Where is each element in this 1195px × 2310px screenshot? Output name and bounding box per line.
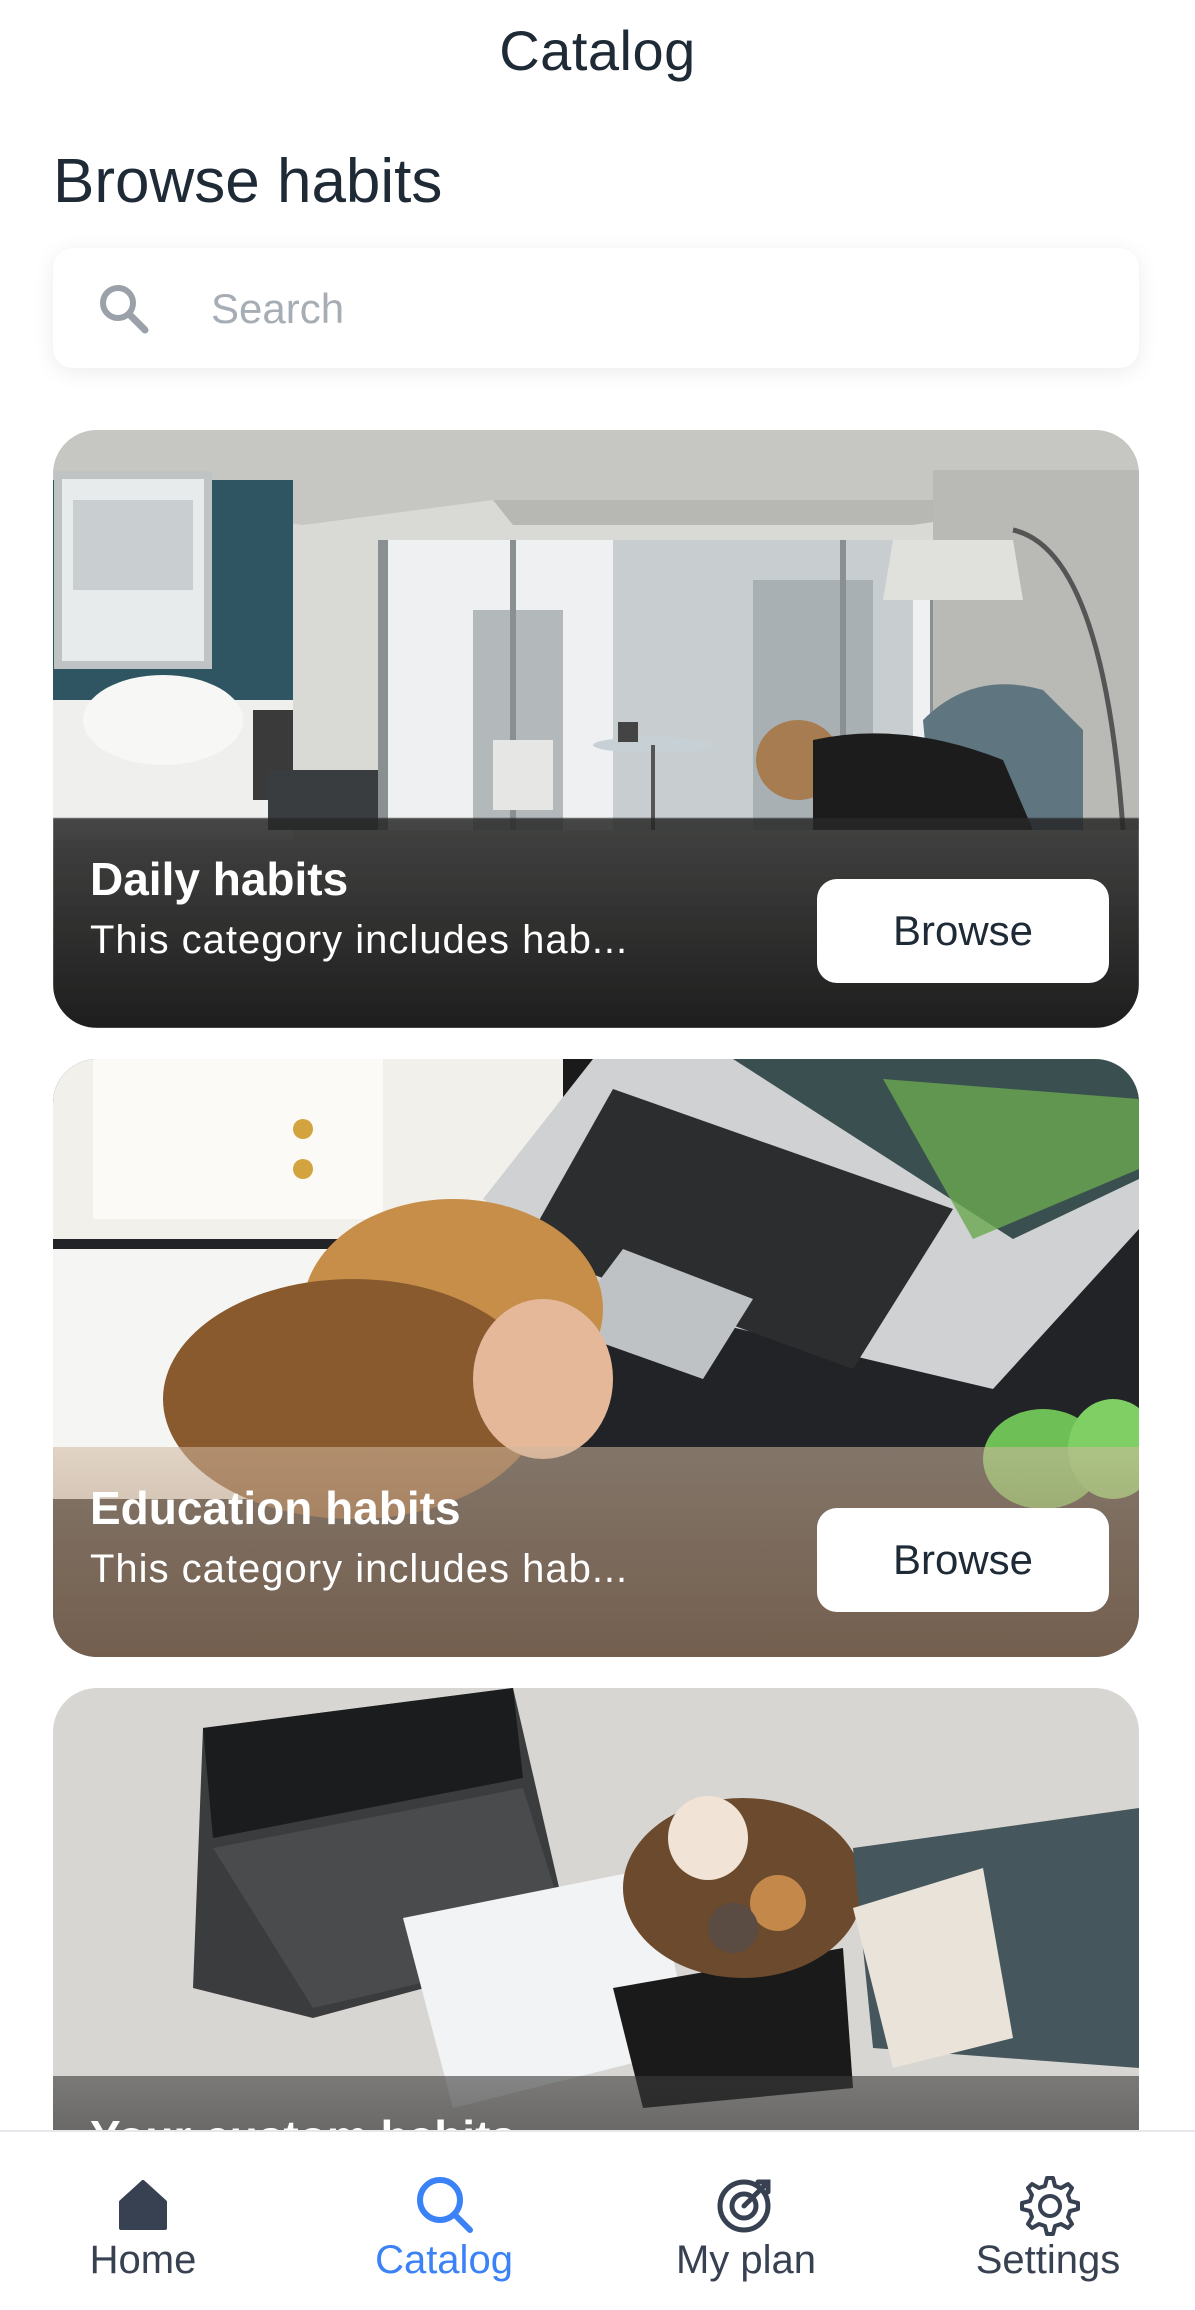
tab-home[interactable]: Home <box>0 2132 293 2310</box>
search-icon <box>417 2177 473 2233</box>
tab-catalog[interactable]: Catalog <box>294 2132 594 2310</box>
search-input[interactable] <box>209 248 1093 370</box>
page-title: Catalog <box>499 19 696 82</box>
target-icon <box>717 2179 771 2233</box>
tab-settings[interactable]: Settings <box>898 2132 1195 2310</box>
home-icon <box>119 2180 167 2230</box>
tab-label: Settings <box>975 2238 1121 2282</box>
category-title: Daily habits <box>90 853 349 905</box>
browse-button[interactable]: Browse <box>817 879 1109 983</box>
browse-button[interactable]: Browse <box>817 1508 1109 1612</box>
tab-my-plan[interactable]: My plan <box>596 2132 896 2310</box>
tab-label: My plan <box>675 2238 817 2282</box>
search-icon <box>100 285 149 334</box>
category-subtitle: This category includes hab... <box>90 1547 629 1591</box>
tab-label: Home <box>89 2238 197 2282</box>
category-subtitle: This category includes hab... <box>90 918 629 962</box>
search-bar[interactable] <box>53 248 1139 370</box>
category-card-daily[interactable]: Daily habits This category includes hab.… <box>53 430 1139 1028</box>
tab-label: Catalog <box>375 2238 513 2282</box>
gear-icon <box>1020 2176 1080 2236</box>
section-title: Browse habits <box>53 147 443 216</box>
category-card-education[interactable]: Education habits This category includes … <box>53 1059 1139 1657</box>
bottom-tab-bar: Home Catalog My plan Settings <box>0 2130 1195 2308</box>
category-title: Education habits <box>90 1482 461 1534</box>
